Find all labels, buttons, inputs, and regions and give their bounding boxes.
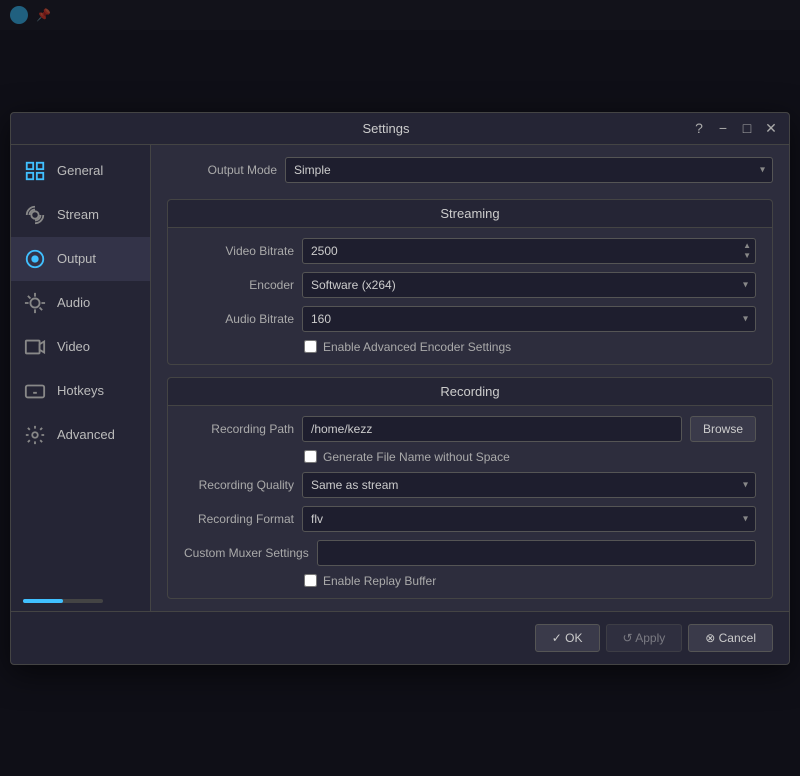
recording-quality-label: Recording Quality [184,478,294,492]
recording-format-label: Recording Format [184,512,294,526]
streaming-title: Streaming [168,200,772,228]
recording-path-input[interactable]: /home/kezz [302,416,682,442]
maximize-button[interactable]: □ [739,120,755,136]
video-bitrate-input[interactable]: 2500 [311,244,731,258]
recording-format-select[interactable]: flv mp4 mov mkv ts m3u8 [302,506,756,532]
streaming-section: Streaming Video Bitrate 2500 ▲ ▼ [167,199,773,365]
close-button[interactable]: ✕ [763,120,779,137]
audio-bitrate-row: Audio Bitrate 96 128 160 192 256 320 [184,306,756,332]
output-mode-select[interactable]: Simple Advanced [285,157,773,183]
dialog-title: Settings [81,121,691,136]
apply-button[interactable]: ↺ Apply [606,624,683,652]
streaming-body: Video Bitrate 2500 ▲ ▼ Encoder [168,228,772,364]
video-bitrate-row: Video Bitrate 2500 ▲ ▼ [184,238,756,264]
sidebar: General Stream [11,145,151,611]
recording-format-row: Recording Format flv mp4 mov mkv ts m3u8 [184,506,756,532]
advanced-encoder-row: Enable Advanced Encoder Settings [184,340,756,354]
audio-bitrate-select[interactable]: 96 128 160 192 256 320 [302,306,756,332]
hotkeys-icon [23,379,47,403]
sidebar-item-audio[interactable]: Audio [11,281,150,325]
cancel-button[interactable]: ⊗ Cancel [688,624,773,652]
video-bitrate-label: Video Bitrate [184,244,294,258]
browse-button[interactable]: Browse [690,416,756,442]
output-mode-label: Output Mode [167,163,277,177]
window-controls: ? − □ ✕ [691,120,779,137]
replay-buffer-label[interactable]: Enable Replay Buffer [323,574,436,588]
sidebar-item-advanced[interactable]: Advanced [11,413,150,457]
audio-icon [23,291,47,315]
recording-quality-select-wrapper: Same as stream High Quality, Medium File… [302,472,756,498]
recording-body: Recording Path /home/kezz Browse Generat… [168,406,772,598]
sidebar-progress-bar [23,599,103,603]
help-button[interactable]: ? [691,120,707,136]
audio-label: Audio [57,295,90,310]
custom-muxer-row: Custom Muxer Settings [184,540,756,566]
dialog-body: General Stream [11,145,789,611]
advanced-label: Advanced [57,427,115,442]
stream-icon [23,203,47,227]
general-label: General [57,163,103,178]
encoder-row: Encoder Software (x264) Hardware (NVENC)… [184,272,756,298]
output-label: Output [57,251,96,266]
sidebar-item-general[interactable]: General [11,149,150,193]
ok-button[interactable]: ✓ OK [535,624,600,652]
output-mode-select-wrapper: Simple Advanced ▾ [285,157,773,183]
main-content: Output Mode Simple Advanced ▾ Streaming [151,145,789,611]
recording-format-select-wrapper: flv mp4 mov mkv ts m3u8 ▾ [302,506,756,532]
encoder-select[interactable]: Software (x264) Hardware (NVENC) Hardwar… [302,272,756,298]
audio-bitrate-select-wrapper: 96 128 160 192 256 320 ▾ [302,306,756,332]
video-icon [23,335,47,359]
generate-filename-label[interactable]: Generate File Name without Space [323,450,510,464]
minimize-button[interactable]: − [715,120,731,136]
settings-dialog: Settings ? − □ ✕ General [10,112,790,665]
recording-section: Recording Recording Path /home/kezz Brow… [167,377,773,599]
video-bitrate-arrows: ▲ ▼ [743,241,751,261]
recording-title: Recording [168,378,772,406]
generate-filename-checkbox[interactable] [304,450,317,463]
custom-muxer-label: Custom Muxer Settings [184,546,309,560]
audio-bitrate-label: Audio Bitrate [184,312,294,326]
replay-buffer-row: Enable Replay Buffer [184,574,756,588]
video-bitrate-up[interactable]: ▲ [743,241,751,251]
custom-muxer-input[interactable] [317,540,756,566]
title-bar: Settings ? − □ ✕ [11,113,789,145]
general-icon [23,159,47,183]
hotkeys-label: Hotkeys [57,383,104,398]
modal-overlay: Settings ? − □ ✕ General [0,0,800,776]
advanced-encoder-label[interactable]: Enable Advanced Encoder Settings [323,340,511,354]
stream-label: Stream [57,207,99,222]
video-label: Video [57,339,90,354]
sidebar-bottom [11,591,150,611]
sidebar-item-video[interactable]: Video [11,325,150,369]
sidebar-item-output[interactable]: Output [11,237,150,281]
sidebar-item-hotkeys[interactable]: Hotkeys [11,369,150,413]
output-mode-row: Output Mode Simple Advanced ▾ [167,157,773,183]
recording-path-label: Recording Path [184,422,294,436]
dialog-footer: ✓ OK ↺ Apply ⊗ Cancel [11,611,789,664]
replay-buffer-checkbox[interactable] [304,574,317,587]
recording-quality-select[interactable]: Same as stream High Quality, Medium File… [302,472,756,498]
generate-filename-row: Generate File Name without Space [184,450,756,464]
video-bitrate-down[interactable]: ▼ [743,251,751,261]
recording-quality-row: Recording Quality Same as stream High Qu… [184,472,756,498]
video-bitrate-spinbox[interactable]: 2500 ▲ ▼ [302,238,756,264]
sidebar-item-stream[interactable]: Stream [11,193,150,237]
encoder-select-wrapper: Software (x264) Hardware (NVENC) Hardwar… [302,272,756,298]
advanced-icon [23,423,47,447]
recording-path-row: Recording Path /home/kezz Browse [184,416,756,442]
sidebar-progress-fill [23,599,63,603]
output-icon [23,247,47,271]
advanced-encoder-checkbox[interactable] [304,340,317,353]
encoder-label: Encoder [184,278,294,292]
